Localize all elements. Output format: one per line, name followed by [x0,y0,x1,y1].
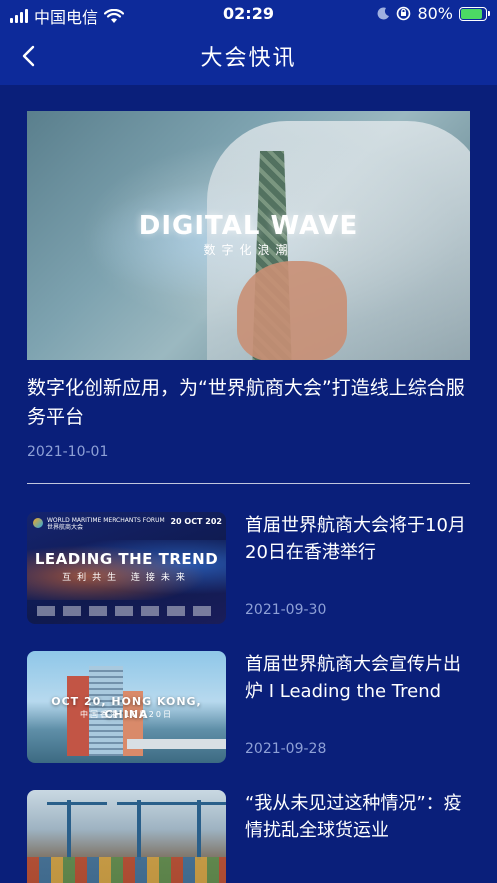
sponsor-logos [37,606,216,616]
featured-image-title: DIGITAL WAVE [138,211,359,241]
thumb-subline: 互利共生 连接未来 [62,573,191,583]
forum-logo-icon [33,518,43,528]
featured-image[interactable]: DIGITAL WAVE 数字化浪潮 [27,111,470,360]
thumb-date-badge: 20 OCT 202 [170,517,222,526]
news-thumbnail[interactable] [27,790,226,883]
thumb-forum-label: WORLD MARITIME MERCHANTS FORUM 世界航商大会 [47,517,165,531]
thumb-headline: LEADING THE TREND [34,550,219,568]
news-title[interactable]: “我从未见过这种情况”：疫情扰乱全球货运业 [245,790,470,844]
featured-article[interactable]: DIGITAL WAVE 数字化浪潮 数字化创新应用，为“世界航商大会”打造线上… [27,111,470,460]
status-right: 80% [377,4,490,23]
news-title[interactable]: 首届世界航商大会宣传片出炉 I Leading the Trend [245,651,470,705]
featured-image-subtitle: 数字化浪潮 [203,243,294,257]
featured-date: 2021-10-01 [27,444,109,460]
nav-bar: 大会快讯 [0,28,497,85]
news-item[interactable]: WORLD MARITIME MERCHANTS FORUM 世界航商大会 20… [27,512,470,625]
news-item[interactable]: OCT 20, HONG KONG, CHINA 中国香港 10月20日 首届世… [27,651,470,764]
battery-percent: 80% [417,4,453,23]
news-thumbnail[interactable]: WORLD MARITIME MERCHANTS FORUM 世界航商大会 20… [27,512,226,624]
thumb-subline: 中国香港 10月20日 [80,710,173,719]
featured-title[interactable]: 数字化创新应用，为“世界航商大会”打造线上综合服务平台 [27,374,470,432]
status-bar: 中国电信 02:29 80% [0,0,497,28]
moon-icon [377,7,390,20]
page-title: 大会快讯 [200,46,297,71]
news-title[interactable]: 首届世界航商大会将于10月20日在香港举行 [245,512,470,566]
news-thumbnail[interactable]: OCT 20, HONG KONG, CHINA 中国香港 10月20日 [27,651,226,763]
news-date: 2021-09-28 [245,741,327,757]
orientation-lock-icon [397,6,411,21]
divider [27,483,470,484]
news-date: 2021-09-30 [245,602,327,618]
news-item[interactable]: “我从未见过这种情况”：疫情扰乱全球货运业 [27,790,470,883]
battery-icon [459,6,490,21]
